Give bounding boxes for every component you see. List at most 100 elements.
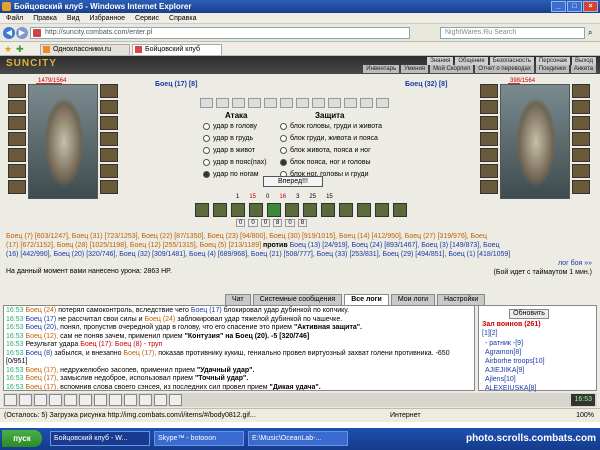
favorites-star-icon[interactable]: ★ [4,44,12,55]
nav-fights[interactable]: Поединки [535,65,569,73]
skill-icon[interactable] [267,203,281,217]
add-favorites-icon[interactable]: ✚ [16,44,24,55]
search-field[interactable]: NightWares.Ru Search [440,27,585,39]
skill-icon[interactable] [321,203,335,217]
nav-security[interactable]: Безопасность [489,57,534,65]
skill-icon[interactable] [357,203,371,217]
nav-character[interactable]: Персонаж [535,57,571,65]
task-skype[interactable]: Skype™ - botooon [154,431,244,446]
tool-icon[interactable] [169,394,182,406]
log-actor[interactable]: Боец (12), [25,333,58,340]
radio[interactable] [280,135,287,142]
avatar-right[interactable] [500,84,570,199]
team-right-text[interactable]: Боец (13) [24/919], Боец (24) [893/1467]… [290,242,500,249]
skill-icon[interactable] [393,203,407,217]
back-button[interactable]: ◀ [3,27,15,39]
attack-option-waist[interactable]: удар в пояс(пах) [203,159,267,166]
avatar-left[interactable] [28,84,98,199]
attack-option-legs[interactable]: удар по ногам [203,171,259,178]
task-music[interactable]: E:\Music\OceanLab-... [248,431,348,446]
user-item[interactable]: AJIEJIIKA[9] [485,366,545,375]
fight-button[interactable]: Вперед!!! [263,176,323,187]
log-actor[interactable]: Боец (17), [25,367,58,374]
user-item[interactable]: Ajlens[10] [485,375,545,384]
radio[interactable] [203,135,210,142]
radio[interactable] [203,159,210,166]
radio[interactable] [203,147,210,154]
nav-transfers[interactable]: Отчет о переводах [475,65,534,73]
skill-icon[interactable] [231,203,245,217]
log-actor[interactable]: Боец (17), [25,375,58,382]
log-actor[interactable]: Боец (17), [25,384,58,391]
tool-icon[interactable] [34,394,47,406]
tool-icon[interactable] [124,394,137,406]
log-target[interactable]: Боец (17), [124,350,157,357]
tool-icon[interactable] [64,394,77,406]
attack-option-belly[interactable]: удар в живот [203,147,255,154]
fight-log-link[interactable]: лог боя »» [558,260,592,267]
log-target[interactable]: Боец (24) [144,316,175,323]
tool-icon[interactable] [79,394,92,406]
tool-icon[interactable] [19,394,32,406]
nav-knowledge[interactable]: Знания [427,57,454,65]
defense-option-4[interactable]: блок пояса, ног и головы [280,159,371,166]
maximize-button[interactable]: □ [567,1,582,12]
url-field[interactable]: http://suncity.combats.com/enter.pl [30,27,410,39]
player-left-name[interactable]: Боец (17) [8] [155,81,197,88]
skill-icon[interactable] [339,203,353,217]
attack-option-head[interactable]: удар в голову [203,123,257,130]
tool-icon[interactable] [109,394,122,406]
tab-combats[interactable]: Бойцовский клуб [132,44,222,55]
tool-icon[interactable] [94,394,107,406]
skill-icon[interactable] [213,203,227,217]
defense-option-1[interactable]: блок головы, груди и живота [280,123,382,130]
nav-skills[interactable]: Умения [401,65,429,73]
user-item[interactable]: Airborhe troops[10] [485,357,545,366]
team-right-text[interactable]: (16) [442/990], Боец (20) [320/746], Бое… [6,251,510,258]
skill-icon[interactable] [249,203,263,217]
team-left-text[interactable]: (17) [672/1152], Боец (28) [1025/1198], … [6,242,261,249]
team-left-text[interactable]: Боец (7) [603/1247], Боец (31) [723/1253… [6,233,487,240]
log-actor[interactable]: Боец (20), [25,324,58,331]
menu-file[interactable]: Файл [6,13,23,23]
log-actor[interactable]: Боец (8) [25,350,52,357]
user-item[interactable]: - ратник -[9] [485,339,545,348]
attack-option-chest[interactable]: удар в грудь [203,135,253,142]
refresh-button[interactable]: Обновить [509,309,549,319]
nav-profile[interactable]: Анкета [570,65,596,73]
menu-tools[interactable]: Сервис [135,13,159,23]
task-browser[interactable]: Бойцовский клуб - W... [50,431,150,446]
log-actor[interactable]: Боец (17) [25,316,56,323]
user-item[interactable]: Agramon[8] [485,348,545,357]
skill-icon[interactable] [303,203,317,217]
nav-inventory[interactable]: Инвентарь [363,65,400,73]
close-button[interactable]: × [583,1,598,12]
menu-favorites[interactable]: Избранное [90,13,125,23]
tool-icon[interactable] [139,394,152,406]
player-right-name[interactable]: Боец (32) [8] [405,81,447,88]
log-actor[interactable]: Боец (24) [25,307,56,314]
tool-icon[interactable] [154,394,167,406]
tab-odnoklassniki[interactable]: Одноклассники.ru [40,44,130,55]
nav-chat[interactable]: Общение [455,57,488,65]
defense-option-2[interactable]: блок груди, живота и пояса [280,135,378,142]
room-pages[interactable]: [1][2] [482,330,498,337]
start-button[interactable]: пуск [2,430,42,447]
nav-scorpil[interactable]: Мой Скорпил [430,65,474,73]
radio-selected[interactable] [280,159,287,166]
defense-option-3[interactable]: блок живота, пояса и ног [280,147,371,154]
tool-icon[interactable] [4,394,17,406]
radio[interactable] [280,123,287,130]
skill-icon[interactable] [375,203,389,217]
minimize-button[interactable]: _ [551,1,566,12]
menu-edit[interactable]: Правка [33,13,57,23]
radio-selected[interactable] [203,171,210,178]
radio[interactable] [280,147,287,154]
radio[interactable] [203,123,210,130]
skill-icon[interactable] [285,203,299,217]
skill-icon[interactable] [195,203,209,217]
menu-help[interactable]: Справка [169,13,196,23]
log-target[interactable]: Боец (17) [191,307,222,314]
search-icon[interactable]: ⌕ [588,28,592,38]
forward-button[interactable]: ▶ [16,27,28,39]
